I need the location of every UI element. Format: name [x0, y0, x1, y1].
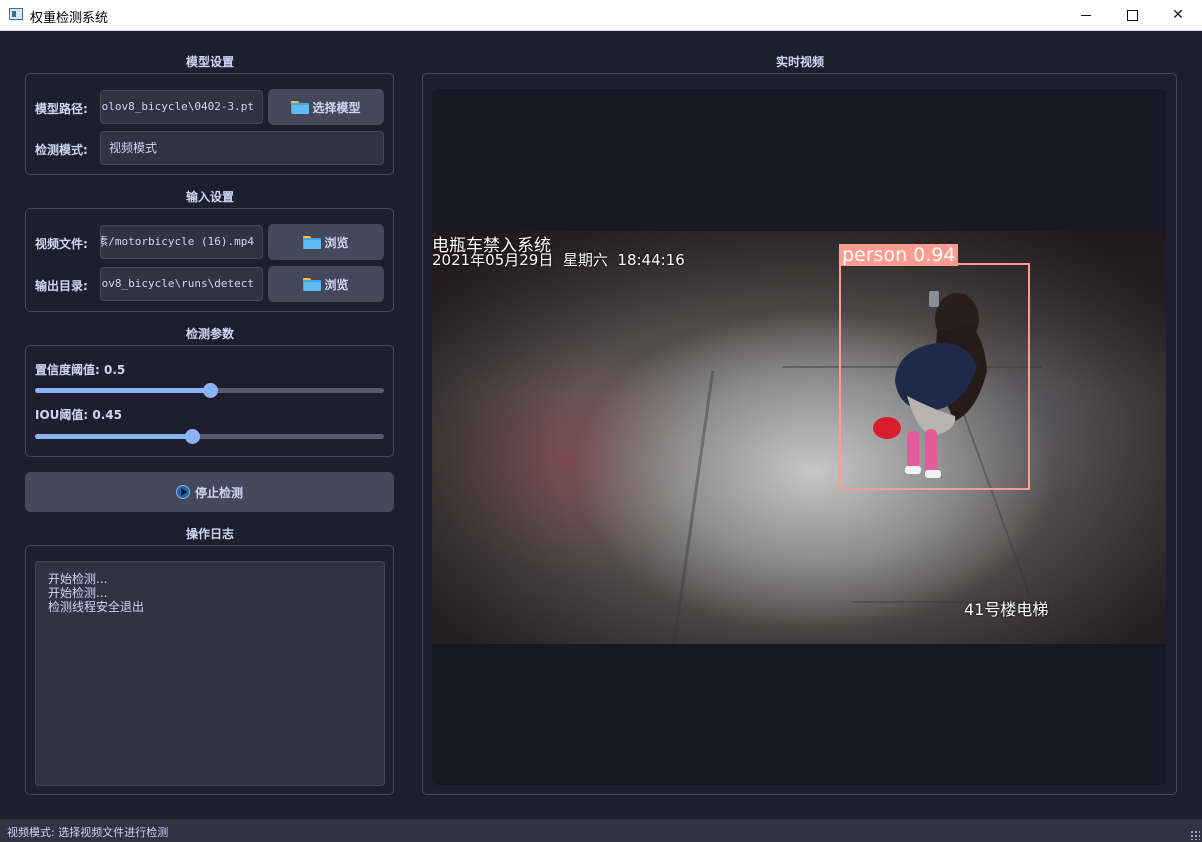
maximize-button[interactable]: [1109, 0, 1155, 30]
input-settings-title: 输入设置: [185, 190, 234, 204]
output-dir-label: 输出目录:: [35, 279, 88, 293]
model-settings-group: 模型路径: yolov8_bicycle\0402-3.pt 选择模型 检测模式…: [25, 73, 394, 175]
app-icon: [9, 8, 23, 20]
detect-mode-field[interactable]: 视频模式: [100, 131, 384, 165]
osd-location: 41号楼电梯: [964, 600, 1049, 619]
log-textarea[interactable]: 开始检测... 开始检测... 检测线程安全退出: [35, 561, 385, 786]
confidence-label: 置信度阈值: 0.5: [35, 363, 126, 377]
status-text: 视频模式: 选择视频文件进行检测: [7, 826, 169, 839]
confidence-slider[interactable]: [35, 383, 384, 398]
video-frame: person 0.94 电瓶车禁入系统 2021年05月29日 星期六 18:4…: [432, 231, 1166, 644]
close-button[interactable]: ✕: [1155, 0, 1201, 30]
play-icon: [175, 485, 190, 499]
folder-icon: [303, 277, 322, 291]
detect-mode-label: 检测模式:: [35, 143, 88, 157]
output-dir-field[interactable]: yolov8_bicycle\runs\detect: [100, 267, 263, 301]
detect-params-group: 置信度阈值: 0.5 IOU阈值: 0.45: [25, 345, 394, 457]
log-group: 开始检测... 开始检测... 检测线程安全退出: [25, 545, 394, 795]
stop-detection-button[interactable]: 停止检测: [25, 472, 394, 512]
browse-output-button[interactable]: 浏览: [268, 266, 384, 302]
resize-grip-icon[interactable]: [1190, 830, 1200, 840]
status-bar: 视频模式: 选择视频文件进行检测: [0, 819, 1202, 842]
log-line: 开始检测...: [48, 572, 108, 586]
video-file-field[interactable]: 素/motorbicycle (16).mp4: [100, 225, 263, 259]
window-title: 权重检测系统: [30, 11, 109, 26]
iou-slider[interactable]: [35, 429, 384, 444]
browse-video-button[interactable]: 浏览: [268, 224, 384, 260]
osd-datetime: 2021年05月29日 星期六 18:44:16: [432, 251, 685, 269]
log-line: 开始检测...: [48, 586, 108, 600]
video-display: person 0.94 电瓶车禁入系统 2021年05月29日 星期六 18:4…: [432, 89, 1166, 785]
log-line: 检测线程安全退出: [48, 600, 145, 614]
model-settings-title: 模型设置: [185, 55, 234, 69]
model-path-label: 模型路径:: [35, 102, 88, 116]
confidence-slider-handle[interactable]: [202, 383, 218, 398]
detect-params-title: 检测参数: [185, 327, 234, 341]
iou-slider-handle[interactable]: [185, 429, 201, 444]
folder-icon: [291, 100, 310, 114]
video-file-label: 视频文件:: [35, 237, 88, 251]
select-model-button[interactable]: 选择模型: [268, 89, 384, 125]
confidence-slider-fill: [35, 388, 210, 393]
iou-slider-fill: [35, 434, 193, 439]
detection-box: [839, 263, 1030, 490]
title-bar: 权重检测系统 ✕: [0, 0, 1202, 31]
iou-label: IOU阈值: 0.45: [35, 408, 122, 422]
folder-icon: [303, 235, 322, 249]
video-title: 实时视频: [775, 55, 824, 69]
detection-label: person 0.94: [839, 244, 959, 266]
input-settings-group: 视频文件: 素/motorbicycle (16).mp4 浏览 输出目录: y…: [25, 208, 394, 312]
log-title: 操作日志: [185, 527, 234, 541]
model-path-field[interactable]: yolov8_bicycle\0402-3.pt: [100, 90, 263, 124]
minimize-button[interactable]: [1063, 0, 1109, 30]
